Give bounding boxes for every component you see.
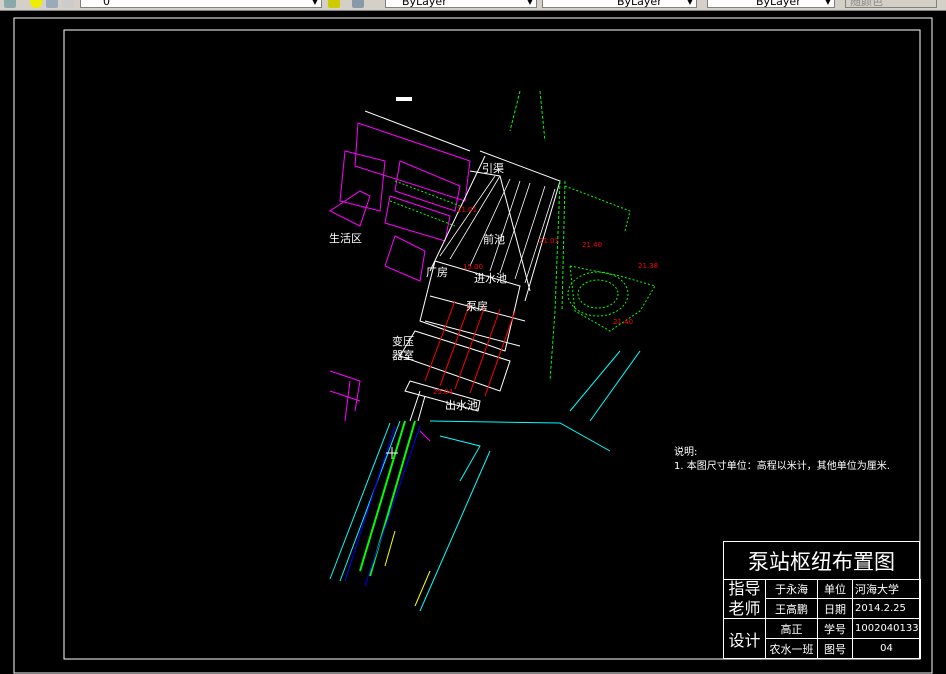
elevation-label: 21.01 <box>457 206 478 214</box>
north-marker <box>396 97 412 101</box>
label-transformer-2: 器室 <box>392 349 414 362</box>
label-outlet-pool: 出水池 <box>445 399 478 412</box>
layer-freeze-icon[interactable] <box>46 0 58 8</box>
label-inlet-pool: 进水池 <box>474 272 507 285</box>
linetype-select[interactable]: ByLayer ▼ <box>542 0 697 8</box>
plotstyle-select[interactable]: 随颜色 <box>845 0 937 8</box>
elevation-label: 15.00 <box>463 263 484 271</box>
student-id-label: 学号 <box>817 618 853 639</box>
label-pump-house: 泵房 <box>466 300 488 313</box>
design-label: 设计 <box>723 618 766 659</box>
chevron-down-icon: ▼ <box>526 0 533 6</box>
label-living-area: 生活区 <box>329 232 362 245</box>
fence-lines <box>384 530 431 607</box>
date-value: 2014.2.25 <box>852 598 921 619</box>
unit-value: 河海大学 <box>852 579 921 599</box>
roads <box>329 350 641 612</box>
designer-name: 高正 <box>765 618 818 639</box>
chevron-down-icon: ▼ <box>686 0 693 6</box>
drawing-title: 泵站枢纽布置图 <box>723 541 920 580</box>
elevation-label: 21.40 <box>613 318 634 326</box>
drawing-no-value: 04 <box>852 638 921 659</box>
advisor-name: 于永海 <box>765 579 818 599</box>
notes-line-1: 1. 本图尺寸单位：高程以米计，其他单位为厘米. <box>674 461 890 472</box>
advisor-label: 指导 老师 <box>723 579 766 619</box>
properties-toolbar: 0 ▼ ByLayer ▼ ByLayer ▼ ByLayer ▼ 随颜色 <box>0 0 946 11</box>
notes-title: 说明: <box>674 447 698 458</box>
label-plant: 厂房 <box>426 266 448 279</box>
chevron-down-icon: ▼ <box>311 0 318 6</box>
unit-label: 单位 <box>817 579 853 599</box>
label-intake-channel: 引渠 <box>482 162 504 175</box>
lineweight-select[interactable]: ByLayer ▼ <box>707 0 835 8</box>
reviewer-name: 王高鹏 <box>765 598 818 619</box>
drawing-no-label: 图号 <box>817 638 853 659</box>
layer-select[interactable]: 0 ▼ <box>80 0 322 8</box>
class-name: 农水一班 <box>765 638 818 659</box>
layer-on-icon[interactable] <box>30 0 42 8</box>
student-id-value: 1002040133 <box>852 618 921 639</box>
elevation-label: 21.38 <box>638 262 659 270</box>
title-block: 泵站枢纽布置图 指导 老师 于永海 王高鹏 设计 高正 农水一班 单位 日期 学号… <box>723 541 921 659</box>
make-layer-current-icon[interactable] <box>328 0 340 8</box>
elevation-label: 25.04 <box>433 388 454 396</box>
pipelines <box>344 425 421 587</box>
layer-lock-icon[interactable] <box>62 0 74 8</box>
label-forebay: 前池 <box>483 233 505 246</box>
layer-manager-icon[interactable] <box>4 0 16 8</box>
layer-previous-icon[interactable] <box>352 0 364 8</box>
date-label: 日期 <box>817 598 853 619</box>
elevation-label: 21.40 <box>582 241 603 249</box>
chevron-down-icon: ▼ <box>824 0 831 6</box>
color-select[interactable]: ByLayer ▼ <box>385 0 537 8</box>
elevation-label: 21.01 <box>539 237 560 245</box>
